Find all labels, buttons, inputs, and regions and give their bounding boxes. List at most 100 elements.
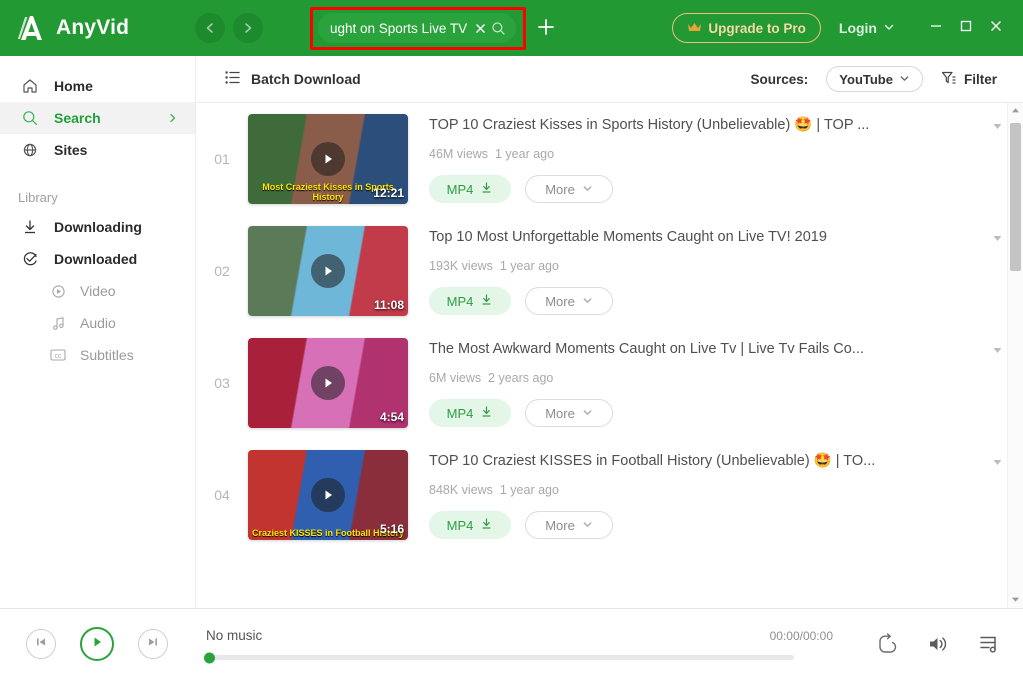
filter-button[interactable]: Filter xyxy=(941,70,997,89)
play-overlay-icon xyxy=(311,254,345,288)
video-stats: 6M views 2 years ago xyxy=(429,371,554,385)
download-mp4-button[interactable]: MP4 xyxy=(429,511,511,539)
sidebar-item-label: Downloaded xyxy=(54,251,138,267)
results-scrollbar[interactable] xyxy=(1007,103,1023,608)
minimize-button[interactable] xyxy=(921,8,951,48)
video-thumbnail[interactable]: Craziest KISSES in Football History 5:16 xyxy=(248,450,408,540)
format-label: MP4 xyxy=(446,293,474,309)
video-thumbnail[interactable]: 4:54 xyxy=(248,338,408,428)
more-label: More xyxy=(545,293,575,309)
back-button[interactable] xyxy=(195,13,226,43)
sidebar-item-label: Home xyxy=(54,78,93,94)
play-button[interactable] xyxy=(80,627,114,661)
close-icon xyxy=(989,19,1003,38)
search-icon[interactable] xyxy=(491,21,506,36)
check-circle-icon xyxy=(20,250,40,268)
player-right-controls xyxy=(875,633,1001,655)
video-title[interactable]: The Most Awkward Moments Caught on Live … xyxy=(429,339,984,359)
filter-label: Filter xyxy=(963,71,997,87)
result-index: 01 xyxy=(214,151,230,167)
sidebar: Home Search Sites Library Downloading Do… xyxy=(0,56,196,608)
scroll-down-button[interactable] xyxy=(1008,592,1023,608)
navigation-buttons xyxy=(195,13,264,43)
progress-slider[interactable] xyxy=(204,652,794,663)
title-bar: AnyVid ught on Sports Live TV Upgrade to… xyxy=(0,0,1023,56)
sidebar-group-library: Library xyxy=(18,190,58,205)
chevron-left-icon xyxy=(203,21,217,35)
minimize-icon xyxy=(929,19,943,38)
more-options-button[interactable]: More xyxy=(525,399,613,427)
scroll-up-button[interactable] xyxy=(1008,103,1023,119)
chevron-down-icon xyxy=(582,294,593,309)
sidebar-item-label: Sites xyxy=(54,142,88,158)
table-row[interactable]: 03 4:54 The Most Awkward Moments Caught on… xyxy=(196,327,1023,439)
previous-track-button[interactable] xyxy=(26,629,56,659)
format-label: MP4 xyxy=(446,181,474,197)
more-label: More xyxy=(545,405,575,421)
video-duration: 12:21 xyxy=(373,186,404,200)
sidebar-item-subtitles[interactable]: cc Subtitles xyxy=(0,339,195,371)
search-bar[interactable] xyxy=(318,13,516,43)
titlebar-right-controls: Upgrade to Pro Login xyxy=(672,0,1023,56)
svg-text:cc: cc xyxy=(55,353,63,360)
login-button[interactable]: Login xyxy=(839,20,895,36)
sidebar-item-home[interactable]: Home xyxy=(0,70,195,102)
video-actions: MP4 More xyxy=(429,511,1013,539)
format-label: MP4 xyxy=(446,405,474,421)
home-icon xyxy=(20,77,40,95)
video-thumbnail[interactable]: Most Craziest Kisses in Sports History 12… xyxy=(248,114,408,204)
scrollbar-thumb[interactable] xyxy=(1010,123,1021,271)
repeat-icon[interactable] xyxy=(875,633,897,655)
video-stats: 46M views 1 year ago xyxy=(429,147,555,161)
search-input[interactable] xyxy=(330,20,470,36)
sidebar-item-sites[interactable]: Sites xyxy=(0,134,195,166)
sidebar-item-downloading[interactable]: Downloading xyxy=(0,211,195,243)
results-list-container: 01 Most Craziest Kisses in Sports History… xyxy=(196,103,1023,608)
batch-download-label: Batch Download xyxy=(251,71,361,87)
filter-icon xyxy=(941,70,957,89)
download-mp4-button[interactable]: MP4 xyxy=(429,175,511,203)
caret-down-icon xyxy=(1011,591,1020,608)
progress-handle[interactable] xyxy=(204,652,215,663)
sidebar-item-video[interactable]: Video xyxy=(0,275,195,307)
table-row[interactable]: 04 Craziest KISSES in Football History 5:1… xyxy=(196,439,1023,551)
volume-icon[interactable] xyxy=(927,634,949,654)
sidebar-item-audio[interactable]: Audio xyxy=(0,307,195,339)
new-tab-button[interactable] xyxy=(536,17,556,41)
download-mp4-button[interactable]: MP4 xyxy=(429,399,511,427)
sources-dropdown[interactable]: YouTube xyxy=(826,66,923,92)
video-title[interactable]: Top 10 Most Unforgettable Moments Caught… xyxy=(429,227,984,247)
cc-icon: cc xyxy=(48,347,68,363)
batch-download-button[interactable]: Batch Download xyxy=(224,69,361,89)
more-options-button[interactable]: More xyxy=(525,287,613,315)
clear-search-icon[interactable] xyxy=(474,22,487,35)
sidebar-item-downloaded[interactable]: Downloaded xyxy=(0,243,195,275)
skip-previous-icon xyxy=(34,635,48,654)
upgrade-to-pro-button[interactable]: Upgrade to Pro xyxy=(672,13,821,43)
results-toolbar: Batch Download Sources: YouTube Filter xyxy=(196,56,1023,103)
body: Home Search Sites Library Downloading Do… xyxy=(0,56,1023,608)
video-title[interactable]: TOP 10 Craziest Kisses in Sports History… xyxy=(429,115,984,135)
video-thumbnail[interactable]: 11:08 xyxy=(248,226,408,316)
player-bar: No music 00:00/00:00 xyxy=(0,608,1023,679)
table-row[interactable]: 02 11:08 Top 10 Most Unforgettable Moments… xyxy=(196,215,1023,327)
more-options-button[interactable]: More xyxy=(525,511,613,539)
sources-value: YouTube xyxy=(839,71,893,87)
play-overlay-icon xyxy=(311,478,345,512)
video-actions: MP4 More xyxy=(429,287,1013,315)
download-icon xyxy=(480,181,493,197)
more-options-button[interactable]: More xyxy=(525,175,613,203)
results-list: 01 Most Craziest Kisses in Sports History… xyxy=(196,103,1023,551)
table-row[interactable]: 01 Most Craziest Kisses in Sports History… xyxy=(196,103,1023,215)
video-title[interactable]: TOP 10 Craziest KISSES in Football Histo… xyxy=(429,451,984,471)
forward-button[interactable] xyxy=(233,13,264,43)
close-button[interactable] xyxy=(981,8,1011,48)
maximize-button[interactable] xyxy=(951,8,981,48)
video-meta: TOP 10 Craziest KISSES in Football Histo… xyxy=(408,451,1023,539)
next-track-button[interactable] xyxy=(138,629,168,659)
sidebar-item-search[interactable]: Search xyxy=(0,102,195,134)
playlist-icon[interactable] xyxy=(979,633,1001,655)
video-duration: 4:54 xyxy=(379,410,404,424)
download-mp4-button[interactable]: MP4 xyxy=(429,287,511,315)
download-icon xyxy=(480,517,493,533)
